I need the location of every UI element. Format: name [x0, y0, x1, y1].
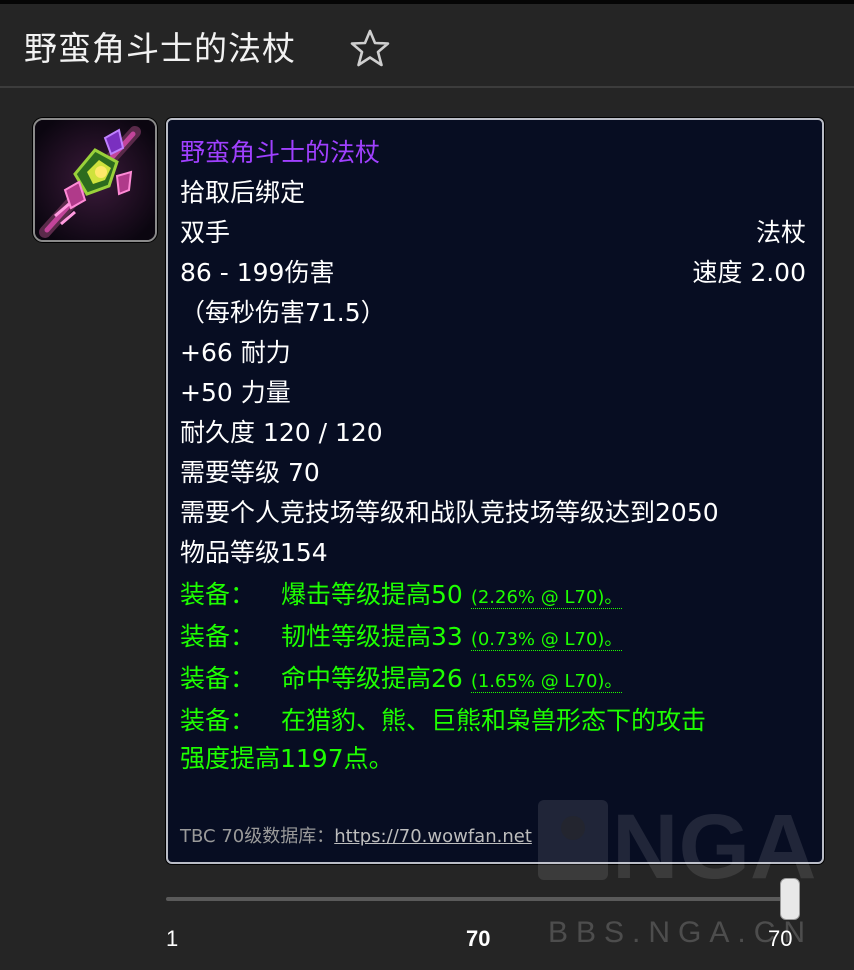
equip-effect-hit: 装备： 命中等级提高26 (1.65% @ L70)。 [180, 662, 810, 699]
level-slider-current-label: 70 [466, 926, 491, 951]
equip-effect-resilience: 装备： 韧性等级提高33 (0.73% @ L70)。 [180, 620, 810, 657]
item-slot-row: 双手 法杖 [180, 216, 810, 250]
equip-text: 韧性等级提高33 [281, 622, 463, 651]
item-stat-strength: +50 力量 [180, 378, 291, 407]
equip-text: 在猎豹、熊、巨熊和枭兽形态下的攻击 [281, 706, 707, 735]
item-name: 野蛮角斗士的法杖 [180, 138, 381, 167]
item-tooltip: 野蛮角斗士的法杖 拾取后绑定 双手 法杖 86 - 199伤害 速度 2.00 … [166, 118, 824, 864]
item-binding: 拾取后绑定 [180, 178, 306, 207]
star-outline-icon[interactable] [350, 28, 390, 68]
database-link[interactable]: https://70.wowfan.net [334, 826, 532, 847]
equip-label: 装备： [180, 622, 256, 651]
equip-label: 装备： [180, 706, 256, 735]
equip-text: 爆击等级提高50 [281, 580, 463, 609]
item-level: 物品等级154 [180, 538, 328, 567]
equip-note[interactable]: (1.65% @ L70)。 [470, 671, 623, 693]
item-type: 法杖 [755, 218, 806, 247]
level-slider-min-label: 1 [166, 926, 179, 951]
item-stat-stamina: +66 耐力 [180, 338, 291, 367]
staff-item-icon [35, 120, 155, 240]
item-damage-row: 86 - 199伤害 速度 2.00 [180, 256, 810, 290]
item-required-level: 需要等级 70 [180, 458, 320, 487]
equip-label: 装备： [180, 580, 256, 609]
level-slider-track[interactable] [166, 897, 788, 901]
equip-note[interactable]: (2.26% @ L70)。 [470, 587, 623, 609]
database-label: TBC 70级数据库： [180, 826, 335, 847]
equip-label: 装备： [180, 664, 256, 693]
item-dps: （每秒伤害71.5） [180, 298, 386, 327]
item-arena-requirement: 需要个人竞技场等级和战队竞技场等级达到2050 [180, 498, 719, 527]
database-footer: TBC 70级数据库：https://70.wowfan.net [180, 822, 532, 848]
item-icon-frame[interactable] [33, 118, 157, 242]
item-slot: 双手 [180, 218, 231, 247]
equip-note[interactable]: (0.73% @ L70)。 [470, 629, 623, 651]
equip-effect-attack-power: 装备： 在猎豹、熊、巨熊和枭兽形态下的攻击 [180, 704, 810, 738]
item-durability: 耐久度 120 / 120 [180, 418, 383, 447]
item-speed: 速度 2.00 [692, 258, 806, 287]
page-title: 野蛮角斗士的法杖 [24, 29, 296, 68]
equip-text: 命中等级提高26 [281, 664, 463, 693]
level-slider-max-label: 70 [768, 926, 793, 951]
item-damage: 86 - 199伤害 [180, 258, 335, 287]
equip-effect-attack-power-cont: 强度提高1197点。 [180, 744, 394, 773]
page-header: 野蛮角斗士的法杖 [0, 4, 854, 88]
level-slider-thumb[interactable] [780, 878, 800, 920]
equip-effect-crit: 装备： 爆击等级提高50 (2.26% @ L70)。 [180, 578, 810, 615]
